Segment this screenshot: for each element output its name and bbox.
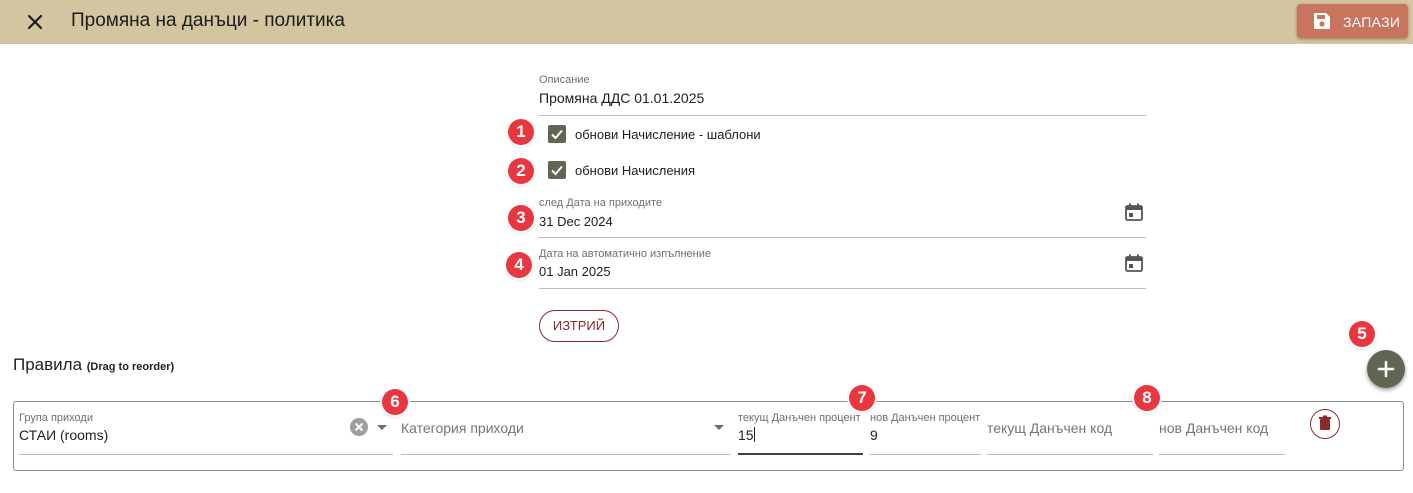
top-bar: Промяна на данъци - политика ЗАПАЗИ [0,0,1413,44]
rules-hint: (Drag to reorder) [86,361,175,373]
update-charge-templates-checkbox[interactable] [548,125,566,143]
add-rule-button[interactable] [1367,350,1405,388]
current-tax-percent-input[interactable]: текущ Данъчен процент 15 [738,402,863,455]
chevron-down-icon[interactable] [714,425,724,430]
after-date-label: след Дата на приходите [539,197,662,209]
clear-icon[interactable] [350,418,368,436]
annotation-badge-1: 1 [508,119,534,145]
rule-row[interactable]: Група приходи СТАИ (rooms) Категория при… [13,401,1404,471]
new-tax-percent-value: 9 [870,427,878,443]
annotation-badge-7: 7 [849,385,875,411]
new-tax-code-input[interactable]: нов Данъчен код [1159,402,1285,455]
update-charges-label: обнови Начисления [575,163,696,178]
revenue-group-label: Група приходи [19,412,93,424]
annotation-badge-8: 8 [1134,385,1160,411]
new-tax-code-placeholder: нов Данъчен код [1159,420,1269,436]
save-button[interactable]: ЗАПАЗИ [1297,4,1408,38]
save-label: ЗАПАЗИ [1343,14,1401,30]
description-field[interactable]: Описание Промяна ДДС 01.01.2025 [539,70,1146,116]
delete-rule-button[interactable] [1310,409,1340,439]
current-tax-percent-label: текущ Данъчен процент [738,412,861,424]
current-tax-code-input[interactable]: текущ Данъчен код [987,402,1153,455]
description-value: Промяна ДДС 01.01.2025 [539,90,705,106]
revenue-category-placeholder: Категория приходи [401,420,524,436]
annotation-badge-4: 4 [506,252,532,278]
auto-execution-date-value: 01 Jan 2025 [539,264,611,279]
description-label: Описание [539,74,590,86]
close-icon[interactable] [22,9,48,35]
annotation-badge-2: 2 [508,158,534,184]
floppy-disk-icon [1313,12,1331,30]
delete-button[interactable]: ИЗТРИЙ [539,310,619,342]
auto-execution-date-field[interactable]: Дата на автоматично изпълнение 01 Jan 20… [539,243,1146,289]
annotation-badge-6: 6 [382,389,408,415]
calendar-icon[interactable] [1124,202,1144,222]
update-charge-templates-label: обнови Начисление - шаблони [575,127,761,142]
current-tax-percent-value: 15 [738,427,755,443]
auto-execution-date-label: Дата на автоматично изпълнение [539,248,711,260]
rules-title: Правила [13,355,83,374]
after-date-field[interactable]: след Дата на приходите 31 Dec 2024 [539,192,1146,238]
page-title: Промяна на данъци - политика [71,10,345,31]
trash-icon [1319,415,1331,430]
annotation-badge-3: 3 [508,205,534,231]
plus-icon [1377,360,1395,378]
current-tax-code-placeholder: текущ Данъчен код [987,420,1113,436]
after-date-value: 31 Dec 2024 [539,214,613,229]
calendar-icon[interactable] [1124,253,1144,273]
rules-heading: Правила (Drag to reorder) [13,355,174,375]
update-charges-checkbox[interactable] [548,161,566,179]
revenue-category-select[interactable]: Категория приходи [401,402,730,455]
new-tax-percent-input[interactable]: нов Данъчен процент 9 [870,402,981,455]
chevron-down-icon[interactable] [377,425,387,430]
revenue-group-select[interactable]: Група приходи СТАИ (rooms) [19,402,393,455]
revenue-group-value: СТАИ (rooms) [19,427,109,443]
new-tax-percent-label: нов Данъчен процент [870,412,981,424]
annotation-badge-5: 5 [1349,321,1375,347]
